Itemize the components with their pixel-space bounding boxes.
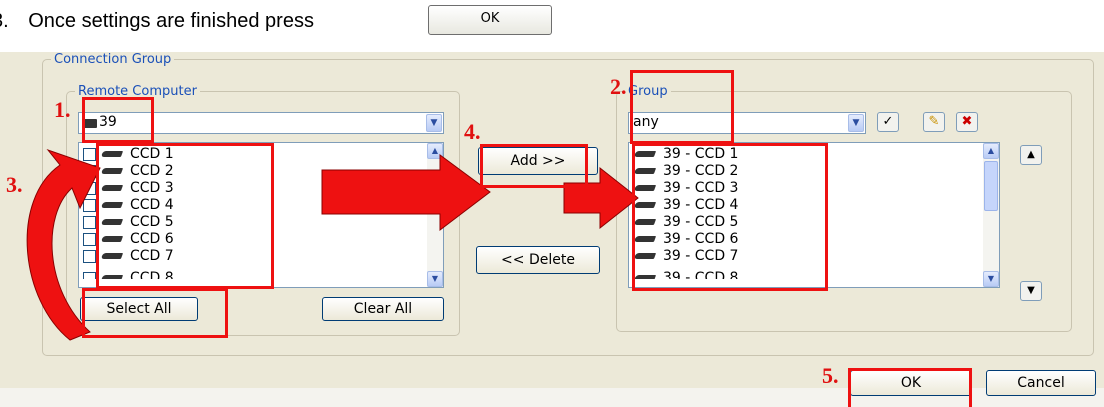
highlight-box-select-all xyxy=(82,288,228,338)
highlight-box-ok xyxy=(848,368,972,407)
annotation-label-5: 5. xyxy=(822,363,839,388)
annotation-label-3: 3. xyxy=(6,172,23,197)
annotation-label-4: 4. xyxy=(464,119,481,144)
highlight-box-group-list xyxy=(632,143,828,291)
highlight-box-add xyxy=(480,144,588,188)
annotation-label-1: 1. xyxy=(54,97,71,122)
annotation-label-2: 2. xyxy=(610,74,627,99)
highlight-box-remote-list xyxy=(96,143,274,289)
arrow-right xyxy=(321,154,491,232)
highlight-box-remote-computer xyxy=(82,97,154,143)
highlight-box-group xyxy=(630,70,734,144)
